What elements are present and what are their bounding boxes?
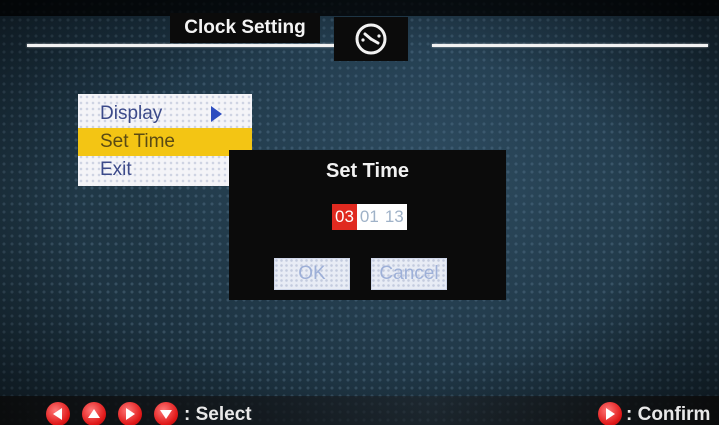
header-rule-right (432, 44, 708, 47)
arrow-left-icon (46, 402, 70, 425)
arrow-down-icon (154, 402, 178, 425)
menu-item-label: Display (100, 103, 163, 124)
osd-screen: Clock Setting Display Set Time Exit Set … (0, 0, 719, 425)
play-right-icon (598, 402, 622, 425)
select-hint: : Select (184, 404, 252, 425)
submenu-arrow-icon (211, 106, 222, 122)
top-band (0, 0, 719, 16)
ok-button[interactable]: OK (274, 258, 350, 290)
clock-icon-box (334, 17, 408, 61)
cancel-button[interactable]: Cancel (371, 258, 447, 290)
menu-item-exit[interactable]: Exit (78, 156, 252, 184)
menu-item-label: Exit (100, 159, 132, 180)
clock-setting-menu: Display Set Time Exit (78, 94, 252, 186)
header-rule-left (27, 44, 339, 47)
time-input[interactable]: 03 01 13 (332, 204, 407, 230)
clock-icon (355, 23, 387, 55)
page-title: Clock Setting (170, 13, 320, 43)
menu-item-label: Set Time (100, 131, 175, 152)
menu-item-set-time[interactable]: Set Time (78, 128, 252, 156)
hour-field[interactable]: 03 (332, 204, 357, 230)
menu-item-display[interactable]: Display (78, 100, 252, 128)
confirm-hint: : Confirm (626, 404, 711, 425)
dialog-title: Set Time (326, 160, 409, 182)
arrow-up-icon (82, 402, 106, 425)
arrow-right-icon (118, 402, 142, 425)
set-time-dialog: Set Time 03 01 13 OK Cancel (229, 150, 506, 300)
second-field[interactable]: 13 (382, 204, 407, 230)
minute-field[interactable]: 01 (357, 204, 382, 230)
